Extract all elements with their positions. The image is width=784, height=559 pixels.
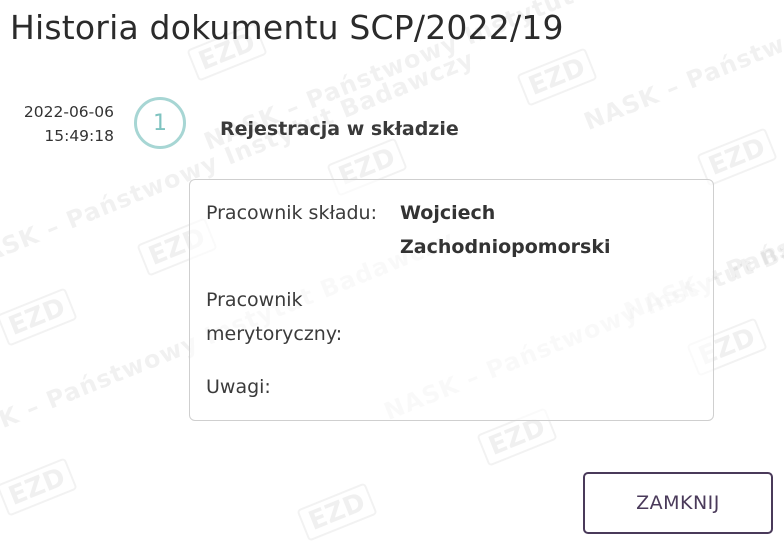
step-number: 1 — [153, 110, 167, 136]
watermark-logo: EZD — [0, 287, 78, 347]
watermark-logo: EZD — [0, 457, 78, 517]
timeline-date: 2022-06-06 — [23, 103, 114, 121]
dialog-title: Historia dokumentu SCP/2022/19 — [10, 8, 564, 47]
timeline-timestamp: 2022-06-06 15:49:18 — [6, 100, 114, 148]
watermark-logo: EZD — [516, 47, 598, 107]
close-button[interactable]: ZAMKNIJ — [583, 472, 773, 534]
watermark-logo: EZD — [696, 127, 778, 187]
timeline-event-title: Rejestracja w składzie — [220, 118, 459, 140]
step-number-badge: 1 — [134, 97, 186, 149]
detail-value-warehouse-employee: Wojciech Zachodniopomorski — [400, 202, 611, 258]
detail-label-warehouse-employee: Pracownik składu: — [206, 202, 377, 224]
detail-label-notes: Uwagi: — [206, 376, 271, 398]
watermark-logo: EZD — [296, 482, 378, 542]
watermark-text: NASK – Państwowy Instytut Badawczy — [580, 0, 784, 136]
document-history-dialog: NASK – Państwowy Instytut Badawczy NASK … — [0, 0, 784, 559]
detail-label-substantive-employee: Pracownik merytoryczny: — [206, 289, 343, 345]
timeline-time: 15:49:18 — [44, 127, 114, 145]
event-details-card: Pracownik składu: Wojciech Zachodniopomo… — [189, 179, 714, 421]
